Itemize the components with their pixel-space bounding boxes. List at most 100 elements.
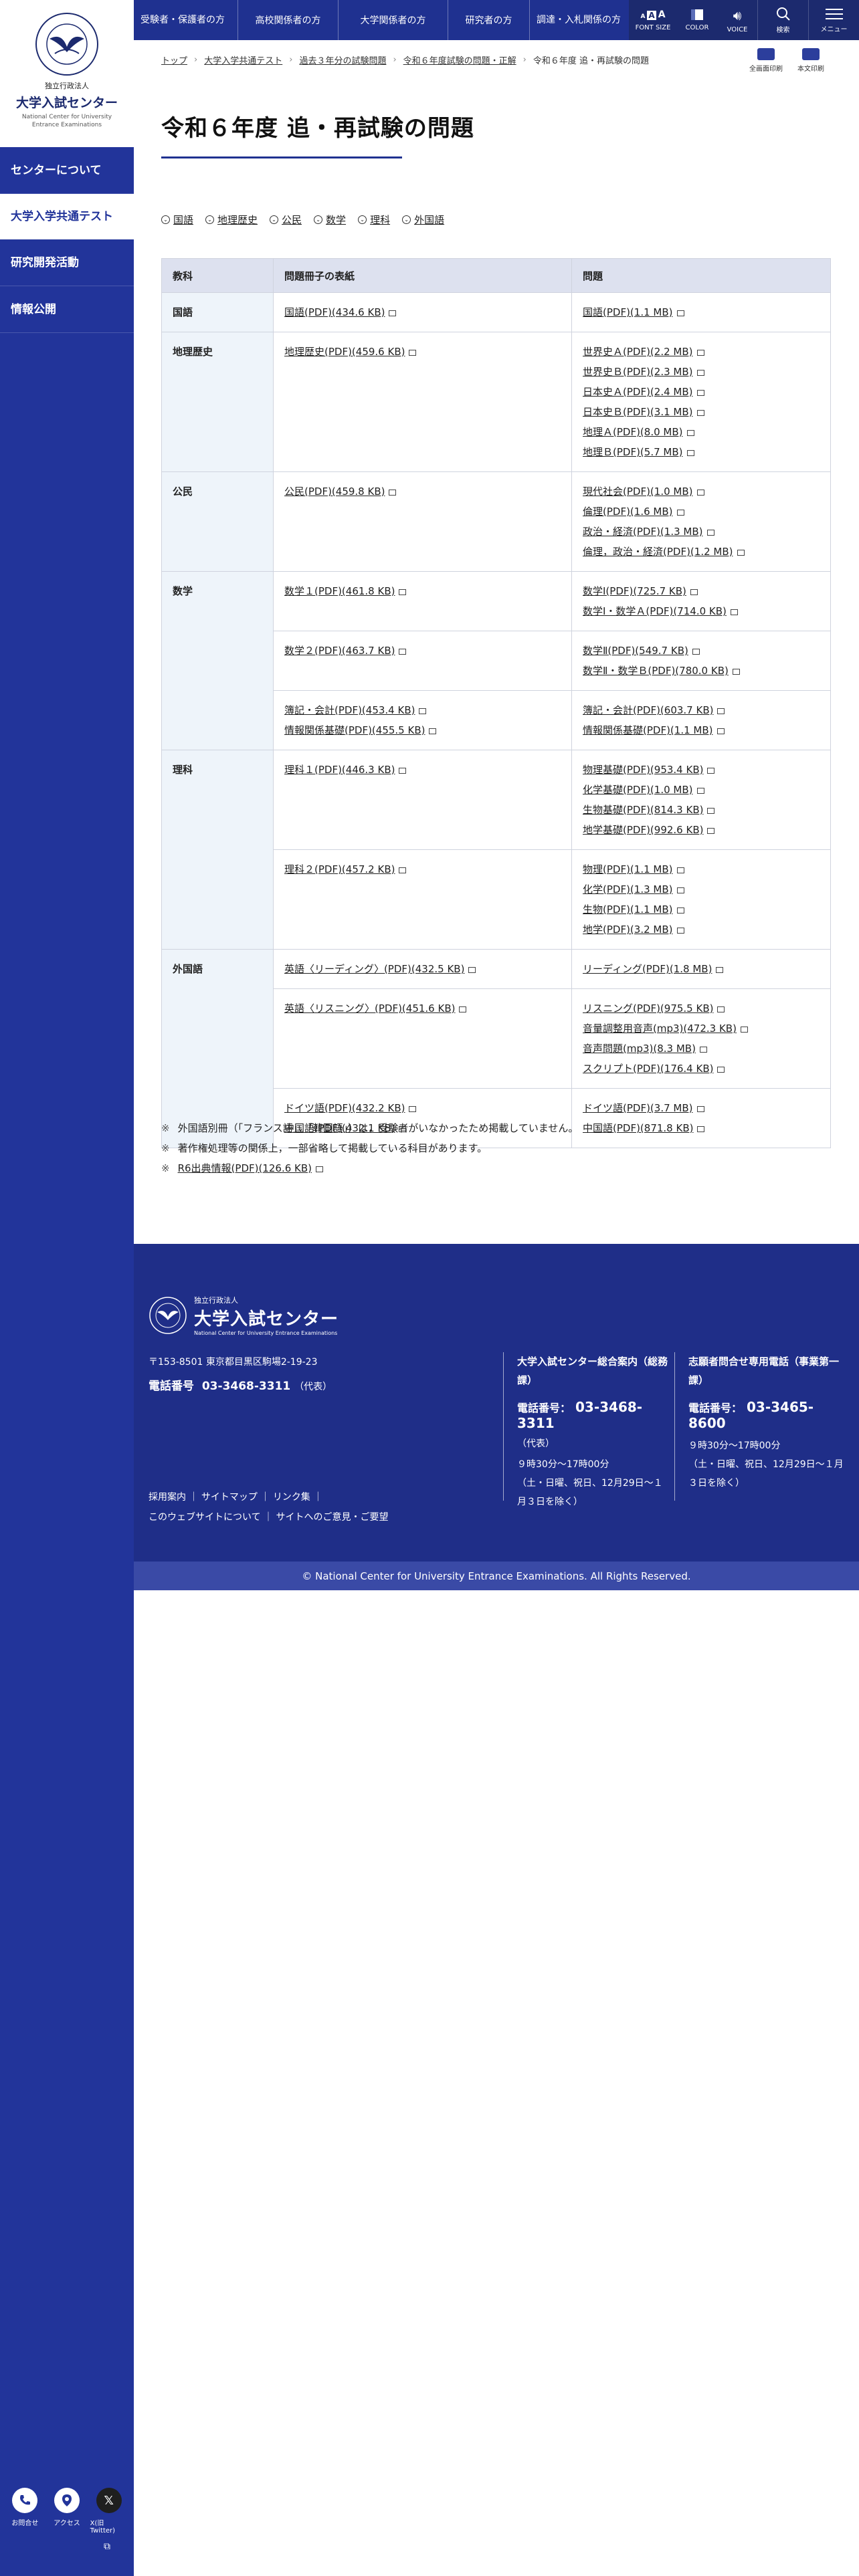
pdf-link[interactable]: ドイツ語(PDF)(3.7 MB) [583, 1098, 820, 1118]
pdf-link[interactable]: 物理基礎(PDF)(953.4 KB) [583, 760, 820, 780]
nav-examinees[interactable]: 受験者・保護者の方 [134, 0, 238, 40]
x-twitter-link[interactable]: 𝕏 X(旧Twitter) [90, 2488, 128, 2535]
sidebar-item-common-test[interactable]: 大学入学共通テスト [0, 194, 134, 239]
pdf-link[interactable]: 世界史Ｂ(PDF)(2.3 MB) [583, 362, 820, 382]
pdf-link[interactable]: 化学基礎(PDF)(1.0 MB) [583, 780, 820, 800]
site-logo[interactable]: 独立行政法人 大学入試センター National Center for Univ… [0, 0, 134, 147]
new-window-icon [696, 1106, 704, 1112]
nav-high-school[interactable]: 高校関係者の方 [238, 0, 339, 40]
source-info-label: R6出典情報(PDF)(126.6 KB) [177, 1162, 312, 1174]
pdf-link-label: 数学Ⅰ(PDF)(725.7 KB) [583, 585, 686, 597]
pdf-link[interactable]: 倫理(PDF)(1.6 MB) [583, 502, 820, 522]
pdf-link[interactable]: 公民(PDF)(459.8 KB) [284, 481, 561, 502]
pdf-link[interactable]: 簿記・会計(PDF)(453.4 KB) [284, 700, 561, 720]
pdf-link[interactable]: ドイツ語(PDF)(432.2 KB) [284, 1098, 561, 1118]
menu-button[interactable]: メニュー [808, 0, 859, 40]
nav-researchers[interactable]: 研究者の方 [448, 0, 530, 40]
source-info-link[interactable]: R6出典情報(PDF)(126.6 KB) [177, 1158, 324, 1178]
pdf-link[interactable]: 地理Ｂ(PDF)(5.7 MB) [583, 442, 820, 462]
pdf-link[interactable]: 地学基礎(PDF)(992.6 KB) [583, 820, 820, 840]
pdf-link-label: リーディング(PDF)(1.8 MB) [583, 963, 712, 975]
pdf-link[interactable]: 中国語(PDF)(871.8 KB) [583, 1118, 820, 1138]
sidebar-item-research[interactable]: 研究開発活動 [0, 239, 134, 286]
anchor-chireki[interactable]: ⌄ 地理歴史 [205, 213, 258, 227]
anchor-rika[interactable]: ⌄ 理科 [358, 213, 390, 227]
new-window-icon [676, 867, 684, 873]
pdf-link-label: 音量調整用音声(mp3)(472.3 KB) [583, 1023, 737, 1035]
contact-link[interactable]: お問合せ [6, 2488, 43, 2535]
pdf-link[interactable]: 英語〈リスニング〉(PDF)(451.6 KB) [284, 998, 561, 1018]
print-full-button[interactable]: 全画面印刷 [749, 48, 783, 73]
pdf-link[interactable]: 音量調整用音声(mp3)(472.3 KB) [583, 1018, 820, 1039]
footer-link-feedback[interactable]: サイトへのご意見・ご要望 [276, 1512, 389, 1523]
pdf-link[interactable]: 理科１(PDF)(446.3 KB) [284, 760, 561, 780]
pdf-link[interactable]: 数学Ⅰ(PDF)(725.7 KB) [583, 581, 820, 601]
anchor-kokugo[interactable]: ⌄ 国語 [161, 213, 193, 227]
pdf-link[interactable]: 英語〈リーディング〉(PDF)(432.5 KB) [284, 959, 561, 979]
font-size-control[interactable]: AAA FONT SIZE [629, 0, 677, 40]
pdf-link[interactable]: リーディング(PDF)(1.8 MB) [583, 959, 820, 979]
footer-phone-rep: （代表） [294, 1382, 332, 1392]
pdf-link[interactable]: 簿記・会計(PDF)(603.7 KB) [583, 700, 820, 720]
footer-link-links[interactable]: リンク集 [273, 1492, 310, 1503]
pdf-link[interactable]: 日本史Ｂ(PDF)(3.1 MB) [583, 402, 820, 422]
cover-cell: 数学２(PDF)(463.7 KB) [273, 631, 572, 691]
sidebar-item-disclosure[interactable]: 情報公開 [0, 286, 134, 333]
pdf-link[interactable]: 現代社会(PDF)(1.0 MB) [583, 481, 820, 502]
pdf-link[interactable]: 数学Ⅱ・数学Ｂ(PDF)(780.0 KB) [583, 661, 820, 681]
pdf-link[interactable]: 地理Ａ(PDF)(8.0 MB) [583, 422, 820, 442]
subject-cell: 理科 [161, 750, 274, 950]
pdf-link[interactable]: 理科２(PDF)(457.2 KB) [284, 859, 561, 879]
pdf-link[interactable]: 物理(PDF)(1.1 MB) [583, 859, 820, 879]
pdf-link[interactable]: 生物基礎(PDF)(814.3 KB) [583, 800, 820, 820]
pdf-link-label: 物理基礎(PDF)(953.4 KB) [583, 764, 704, 776]
pdf-link[interactable]: 倫理，政治・経済(PDF)(1.2 MB) [583, 542, 820, 562]
pdf-link-label: 簿記・会計(PDF)(603.7 KB) [583, 704, 714, 716]
footer-link-about-site[interactable]: このウェブサイトについて [149, 1512, 261, 1523]
breadcrumb-common-test[interactable]: 大学入学共通テスト [204, 53, 282, 66]
pdf-link[interactable]: 数学２(PDF)(463.7 KB) [284, 641, 561, 661]
pdf-link[interactable]: 国語(PDF)(1.1 MB) [583, 302, 820, 322]
footer-logo[interactable]: 独立行政法人 大学入試センター National Center for Univ… [149, 1295, 339, 1336]
pdf-link-label: 化学(PDF)(1.3 MB) [583, 883, 673, 895]
search-button[interactable]: 検索 [757, 0, 808, 40]
pdf-link[interactable]: 数学Ⅱ(PDF)(549.7 KB) [583, 641, 820, 661]
print-body-button[interactable]: 本文印刷 [797, 48, 824, 73]
pdf-link[interactable]: リスニング(PDF)(975.5 KB) [583, 998, 820, 1018]
anchor-komin[interactable]: ⌄ 公民 [270, 213, 302, 227]
sidebar: 独立行政法人 大学入試センター National Center for Univ… [0, 0, 134, 2576]
nav-university[interactable]: 大学関係者の方 [339, 0, 448, 40]
sidebar-item-about[interactable]: センターについて [0, 147, 134, 194]
anchor-gaikokugo[interactable]: ⌄ 外国語 [402, 213, 444, 227]
pdf-link[interactable]: スクリプト(PDF)(176.4 KB) [583, 1059, 820, 1079]
pdf-link[interactable]: 生物(PDF)(1.1 MB) [583, 899, 820, 920]
pdf-link[interactable]: 政治・経済(PDF)(1.3 MB) [583, 522, 820, 542]
pdf-link[interactable]: 化学(PDF)(1.3 MB) [583, 879, 820, 899]
breadcrumb-past-exams[interactable]: 過去３年分の試験問題 [299, 53, 386, 66]
pdf-link[interactable]: 数学１(PDF)(461.8 KB) [284, 581, 561, 601]
breadcrumb-top[interactable]: トップ [161, 53, 187, 66]
pdf-link[interactable]: 地学(PDF)(3.2 MB) [583, 920, 820, 940]
pdf-link-label: 地学(PDF)(3.2 MB) [583, 924, 673, 936]
breadcrumb-current: 令和６年度 追・再試験の問題 [533, 56, 650, 66]
footer-link-recruit[interactable]: 採用案内 [149, 1492, 186, 1503]
pdf-link[interactable]: 日本史Ａ(PDF)(2.4 MB) [583, 382, 820, 402]
new-window-icon [468, 967, 476, 973]
pdf-link[interactable]: 数学Ⅰ・数学Ａ(PDF)(714.0 KB) [583, 601, 820, 621]
x-logo-icon: 𝕏 [96, 2488, 122, 2513]
color-control[interactable]: COLOR [677, 0, 717, 40]
footer-link-sitemap[interactable]: サイトマップ [201, 1492, 258, 1503]
cover-cell: 英語〈リスニング〉(PDF)(451.6 KB) [273, 988, 572, 1089]
pdf-link[interactable]: 地理歴史(PDF)(459.6 KB) [284, 342, 561, 362]
pdf-link[interactable]: 情報関係基礎(PDF)(1.1 MB) [583, 720, 820, 740]
anchor-sugaku[interactable]: ⌄ 数学 [314, 213, 346, 227]
voice-control[interactable]: 🔊︎ VOICE [717, 0, 757, 40]
pdf-link[interactable]: 世界史Ａ(PDF)(2.2 MB) [583, 342, 820, 362]
pdf-link[interactable]: 国語(PDF)(434.6 KB) [284, 302, 561, 322]
nav-procurement[interactable]: 調達・入札関係の方 [530, 0, 630, 40]
pdf-link[interactable]: 情報関係基礎(PDF)(455.5 KB) [284, 720, 561, 740]
access-link[interactable]: アクセス [48, 2488, 86, 2535]
pdf-link[interactable]: 音声問題(mp3)(8.3 MB) [583, 1039, 820, 1059]
breadcrumb-r6-exam[interactable]: 令和６年度試験の問題・正解 [403, 53, 516, 66]
new-window-icon [692, 649, 700, 655]
